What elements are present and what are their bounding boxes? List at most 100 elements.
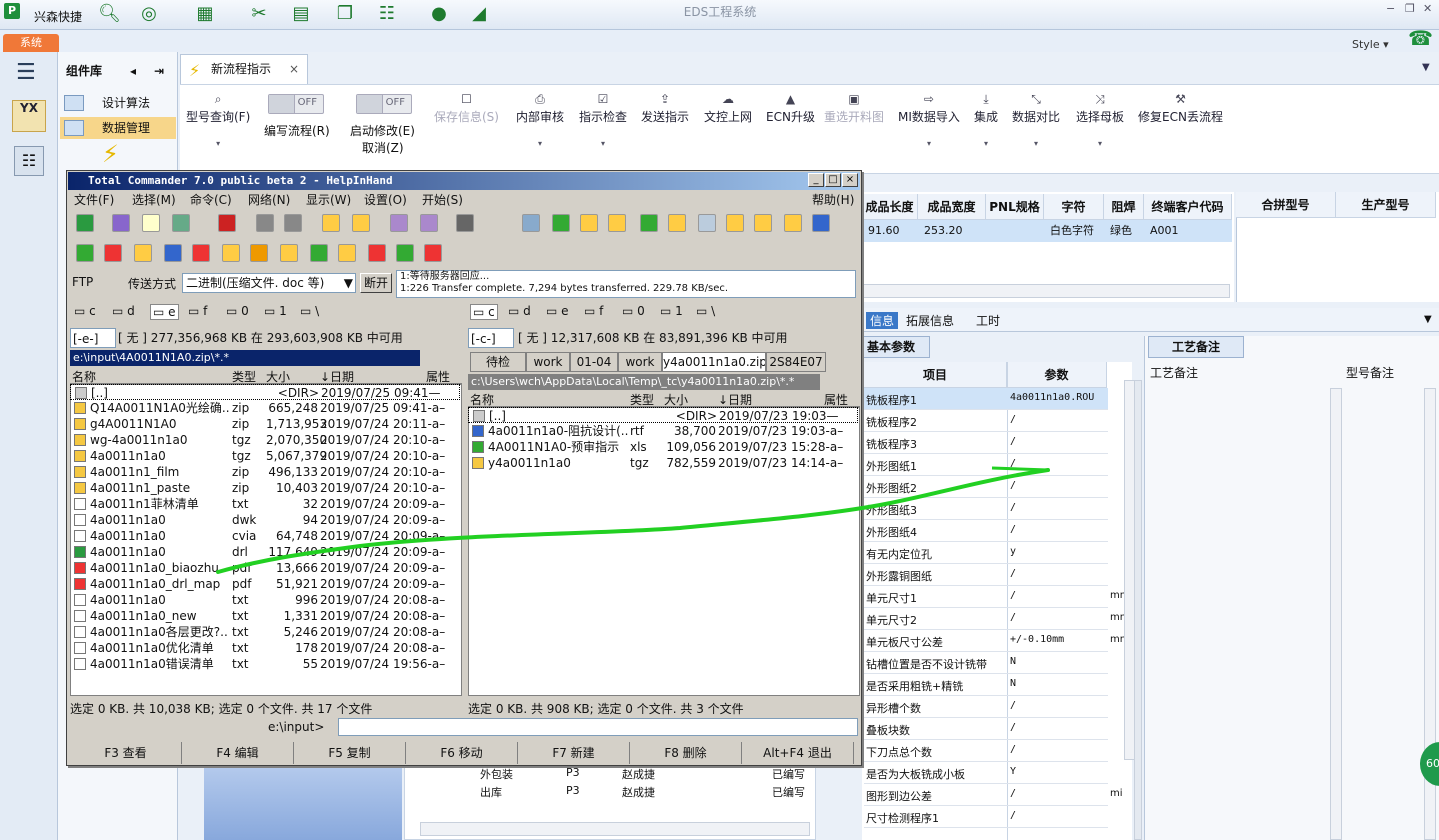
folder-icon[interactable] [134, 244, 152, 262]
save-info-button[interactable]: ☐ 保存信息(S) [434, 92, 499, 125]
pdf-icon[interactable] [368, 244, 386, 262]
grid-cell[interactable]: 白色字符 [1044, 220, 1104, 242]
command-line-input[interactable] [338, 718, 858, 736]
tc-menu-item[interactable]: 文件(F) [74, 191, 114, 208]
param-value[interactable]: / [1010, 436, 1016, 447]
param-value[interactable]: N [1010, 678, 1016, 689]
doc-icon[interactable] [698, 214, 716, 232]
folder-tab[interactable]: 2S84E07 [766, 352, 826, 372]
start-modify-toggle[interactable]: OFF [356, 94, 412, 114]
col-header[interactable]: 大小 [664, 391, 688, 408]
reselect-cutting-button[interactable]: ▣ 重选开料图 [824, 92, 884, 125]
tab-system[interactable]: 系统 [3, 34, 59, 52]
param-row[interactable]: 是否采用粗铣+精铣 N [864, 674, 1108, 696]
param-row[interactable]: 异形槽个数 / [864, 696, 1108, 718]
file-row[interactable]: 4a0011n1a0错误清单 txt 55 2019/07/24 19:56-a– [70, 656, 460, 672]
search-icon[interactable]: 🔍︎ [98, 4, 121, 24]
folder-icon[interactable] [726, 214, 744, 232]
drive-button-left[interactable]: ▭ \ [300, 304, 319, 318]
grid-cell[interactable]: 253.20 [918, 220, 986, 242]
tc-close-button[interactable]: × [842, 173, 858, 187]
ftp-connect-icon[interactable] [390, 214, 408, 232]
check-instruction-button[interactable]: ☑ 指示检查 ▾ [579, 92, 627, 148]
phone-icon[interactable]: ☎ [1408, 26, 1433, 50]
drive-button-left[interactable]: ▭ 1 [264, 304, 287, 318]
param-row[interactable]: 单元尺寸1/mm [864, 586, 1129, 608]
col-header[interactable]: 属性 [824, 391, 848, 408]
transfer-mode-select[interactable]: 二进制(压缩文件. doc 等) ▼ [182, 273, 356, 293]
fkey-button[interactable]: F5 复制 [294, 742, 406, 764]
file-row[interactable]: g4A0011N1A0 zip 1,713,953 2019/07/24 20:11-… [70, 416, 460, 432]
forward-icon[interactable] [284, 214, 302, 232]
close-tab-icon[interactable]: × [289, 55, 299, 83]
col-header[interactable]: PNL规格 [986, 194, 1044, 220]
col-header[interactable]: 阻焊 [1104, 194, 1144, 220]
complib-item-design[interactable]: 设计算法 [60, 92, 176, 114]
tc-menu-item[interactable]: 网络(N) [248, 191, 290, 208]
file-row[interactable]: 4a0011n1a0 cvia 64,748 2019/07/24 20:09-a– [70, 528, 460, 544]
file-row[interactable]: [..] <DIR> 2019/07/23 19:03— [468, 407, 858, 423]
col-header-item[interactable]: 项目 [864, 362, 1007, 388]
disconnect-button[interactable]: 断开 [360, 273, 392, 293]
param-value[interactable]: / [1010, 480, 1016, 491]
file-row[interactable]: 4a0011n1a0各层更改?.. txt 5,246 2019/07/24 20:0… [70, 624, 460, 640]
fkey-button[interactable]: F7 新建 [518, 742, 630, 764]
fkey-button[interactable]: F6 移动 [406, 742, 518, 764]
param-row[interactable]: 外形图纸4 / [864, 520, 1108, 542]
tab-new-process[interactable]: ⚡ 新流程指示 × [180, 54, 308, 84]
param-row[interactable]: 外形图纸2 / [864, 476, 1108, 498]
param-row[interactable]: 铣板程序3 / [864, 432, 1108, 454]
param-value[interactable]: / [1010, 458, 1016, 469]
fix-ecn-button[interactable]: ⚒ 修复ECN丢流程 [1138, 92, 1223, 125]
file-row[interactable]: 4a0011n1a0 tgz 5,067,379 2019/07/24 20:10-a… [70, 448, 460, 464]
param-value[interactable]: / [1010, 810, 1016, 821]
folder-icon[interactable] [784, 214, 802, 232]
param-value[interactable]: / [1010, 524, 1016, 535]
col-header[interactable]: 名称 [470, 391, 494, 408]
param-row[interactable]: 下刀点总个数 / [864, 740, 1108, 762]
tab-basic-params[interactable]: 基本参数 [862, 336, 930, 358]
file-row[interactable]: 4a0011n1a0-阻抗设计(.. rtf 38,700 2019/07/23 19… [468, 423, 858, 439]
param-row[interactable]: 是否为大板铣成小板 Y [864, 762, 1108, 784]
calculator-icon[interactable]: ☷ [14, 146, 44, 176]
star-icon[interactable] [218, 214, 236, 232]
col-header[interactable]: 名称 [72, 368, 96, 385]
grid-cell[interactable]: A001 [1144, 220, 1232, 242]
drive-button-left[interactable]: ▭ 0 [226, 304, 249, 318]
network-icon[interactable] [754, 214, 772, 232]
param-row[interactable]: 单元板尺寸公差 +/-0.10mm mm [864, 630, 1129, 652]
param-row[interactable]: 叠板块数 / [864, 718, 1108, 740]
param-row[interactable]: 铣板程序2 / [864, 410, 1108, 432]
param-value[interactable]: / [1010, 568, 1016, 579]
folder-tab[interactable]: work [526, 352, 570, 372]
folder-icon[interactable] [338, 244, 356, 262]
param-value[interactable]: / [1010, 722, 1016, 733]
grid-hscrollbar[interactable] [862, 284, 1230, 298]
param-value[interactable]: / [1010, 788, 1016, 799]
fkey-button[interactable]: F3 查看 [70, 742, 182, 764]
internal-review-button[interactable]: ⎙ 内部审核 ▾ [516, 92, 564, 148]
col-header[interactable]: 生产型号 [1336, 192, 1436, 218]
doc-online-button[interactable]: ☁ 文控上网 [704, 92, 752, 125]
tree-item-name[interactable]: 出库 [480, 784, 502, 800]
grid-cell[interactable]: 绿色 [1104, 220, 1144, 242]
file-row[interactable]: 4a0011n1a0_biaozhu pdf 13,666 2019/07/24 20… [70, 560, 460, 576]
file-row[interactable]: 4a0011n1_paste zip 10,403 2019/07/24 20:10-… [70, 480, 460, 496]
folder-tab[interactable]: 01-04 [570, 352, 618, 372]
excel-icon[interactable] [76, 244, 94, 262]
folder-icon[interactable] [222, 244, 240, 262]
find-icon[interactable] [456, 214, 474, 232]
param-value[interactable]: 4a0011n1a0.ROU [1010, 392, 1094, 403]
col-header[interactable]: 类型 [630, 391, 654, 408]
right-drive-select[interactable]: [-c-] [468, 328, 514, 348]
grid-icon[interactable]: ☷ [376, 4, 398, 24]
send-instruction-button[interactable]: ⇪ 发送指示 [641, 92, 689, 125]
notepad-icon[interactable] [522, 214, 540, 232]
tc-menu-item[interactable]: 开始(S) [422, 191, 463, 208]
stack-icon[interactable] [250, 244, 268, 262]
pdf-icon[interactable] [192, 244, 210, 262]
left-drive-select[interactable]: [-e-] [70, 328, 116, 348]
tc-menu-help[interactable]: 帮助(H) [812, 191, 854, 208]
param-row[interactable]: 钻槽位置是否不设计铣带 N [864, 652, 1108, 674]
tree-hscrollbar[interactable] [420, 822, 810, 836]
